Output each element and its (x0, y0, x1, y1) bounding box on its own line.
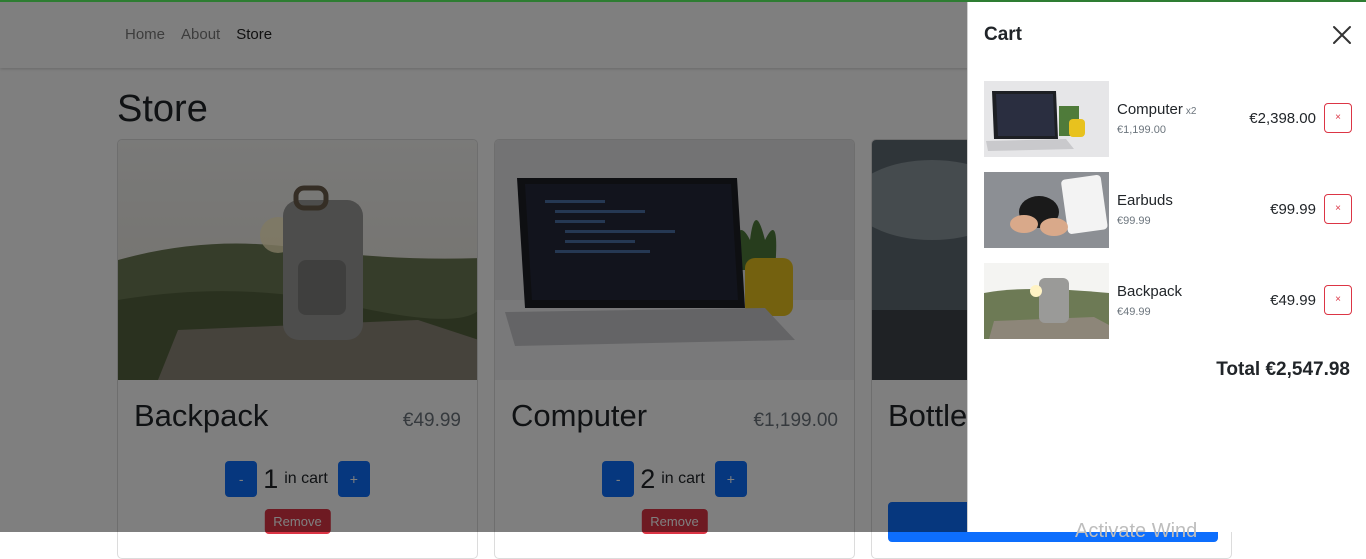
cart-item-name-row: Earbuds (1117, 192, 1176, 209)
cart-item: Backpack €49.99 €49.99 × (984, 263, 1352, 339)
cart-item-name: Backpack (1117, 283, 1183, 300)
cart-item-image (984, 172, 1109, 248)
cart-item-image (984, 81, 1109, 157)
cart-item-total: €99.99 (1270, 201, 1316, 218)
close-icon[interactable] (1331, 24, 1353, 46)
cart-item-qty: x2 (1185, 106, 1197, 117)
cart-item-total: €2,398.00 (1249, 110, 1316, 127)
cart-item-total: €49.99 (1270, 292, 1316, 309)
remove-item-button[interactable]: × (1324, 194, 1352, 224)
cart-item-name-row: Computer x2 (1117, 101, 1196, 118)
cart-title: Cart (984, 24, 1023, 45)
top-accent-line (0, 0, 1366, 2)
cart-item-name-row: Backpack (1117, 283, 1185, 300)
remove-item-button[interactable]: × (1324, 285, 1352, 315)
cart-item-unit-price: €49.99 (1117, 306, 1151, 318)
cart-item-image (984, 263, 1109, 339)
cart-item: Earbuds €99.99 €99.99 × (984, 172, 1352, 248)
modal-backdrop[interactable] (0, 0, 967, 532)
cart-item-name: Computer (1117, 101, 1183, 118)
cart-total: Total €2,547.98 (1216, 359, 1350, 380)
cart-item-name: Earbuds (1117, 192, 1173, 209)
cart-item-unit-price: €99.99 (1117, 215, 1151, 227)
cart-panel: Cart Computer x2 €1,199.00 €2,398.00 × E… (967, 0, 1366, 542)
cart-item: Computer x2 €1,199.00 €2,398.00 × (984, 81, 1352, 157)
cart-item-unit-price: €1,199.00 (1117, 124, 1166, 136)
remove-item-button[interactable]: × (1324, 103, 1352, 133)
